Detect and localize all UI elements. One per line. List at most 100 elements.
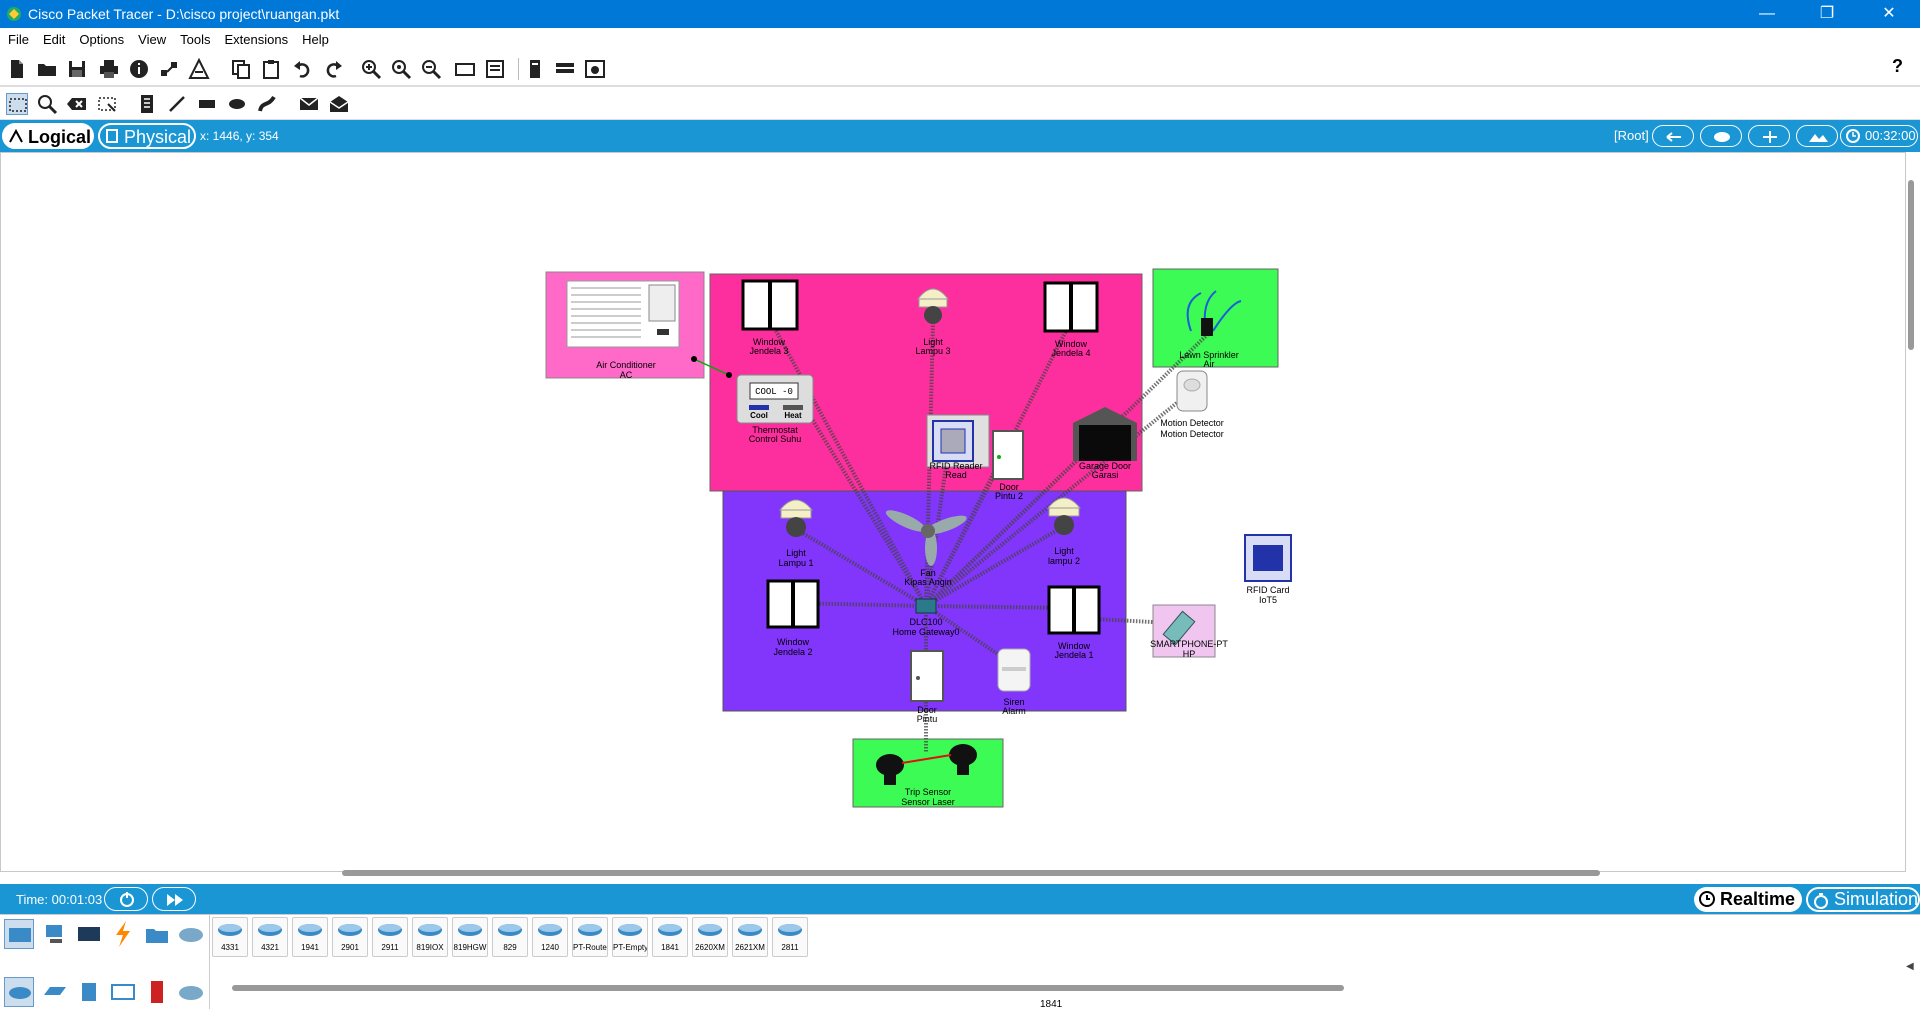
- zoom-in-icon[interactable]: [360, 58, 382, 80]
- network-devices-icon[interactable]: [4, 919, 34, 949]
- misc-icon[interactable]: [142, 919, 172, 949]
- device-model-item[interactable]: 819HGW: [452, 917, 488, 957]
- paste-icon[interactable]: [260, 58, 282, 80]
- wireless-icon[interactable]: [108, 977, 138, 1007]
- menu-tools[interactable]: Tools: [173, 28, 217, 47]
- device-model-item[interactable]: PT-Empty: [612, 917, 648, 957]
- simple-pdu-icon[interactable]: [298, 93, 320, 115]
- device-model-item[interactable]: 4321: [252, 917, 288, 957]
- device-rfid-card[interactable]: RFID Card IoT5: [1244, 534, 1292, 605]
- end-devices-icon[interactable]: [40, 919, 70, 949]
- rectangle-icon[interactable]: [196, 93, 218, 115]
- vertical-scrollbar[interactable]: [1908, 180, 1914, 350]
- undo-icon[interactable]: [292, 58, 314, 80]
- copy-icon[interactable]: [230, 58, 252, 80]
- main-toolbar: ?: [0, 52, 1920, 86]
- pdu-icon[interactable]: [584, 58, 606, 80]
- inspect-icon[interactable]: [36, 93, 58, 115]
- cluster-icon[interactable]: [554, 58, 576, 80]
- device-model-item[interactable]: 2911: [372, 917, 408, 957]
- back-arrow-icon: [1666, 132, 1681, 142]
- network-diagram[interactable]: Air Conditioner AC Window Jendela 3 Ligh…: [1, 153, 1906, 872]
- multiuser-icon[interactable]: [176, 919, 206, 949]
- move-object-button[interactable]: [1748, 125, 1790, 147]
- close-button[interactable]: ✕: [1866, 0, 1912, 28]
- routers-icon[interactable]: [4, 977, 34, 1007]
- device-model-item[interactable]: 829: [492, 917, 528, 957]
- power-cycle-button[interactable]: [104, 887, 148, 911]
- switches-icon[interactable]: [40, 977, 70, 1007]
- device-model-item[interactable]: 2811: [772, 917, 808, 957]
- device-window-jendela-1[interactable]: Window Jendela 1: [1047, 585, 1101, 660]
- note-icon[interactable]: [136, 93, 158, 115]
- back-button[interactable]: [1652, 125, 1694, 147]
- ellipse-icon[interactable]: [226, 93, 248, 115]
- zoom-out-icon[interactable]: [420, 58, 442, 80]
- open-icon[interactable]: [36, 58, 58, 80]
- palette-scroll-arrow[interactable]: ◀: [1906, 961, 1914, 972]
- restore-button[interactable]: ❐: [1804, 0, 1850, 28]
- network-wizard-icon[interactable]: [158, 58, 180, 80]
- tab-logical[interactable]: Logical: [2, 123, 94, 149]
- line-icon[interactable]: [166, 93, 188, 115]
- new-icon[interactable]: [6, 58, 28, 80]
- resize-icon[interactable]: [96, 93, 118, 115]
- device-siren[interactable]: Siren Alarm: [997, 648, 1031, 716]
- save-icon[interactable]: [66, 58, 88, 80]
- menu-view[interactable]: View: [131, 28, 173, 47]
- components-icon[interactable]: [74, 919, 104, 949]
- svg-text:Sensor Laser: Sensor Laser: [901, 797, 955, 807]
- menu-options[interactable]: Options: [72, 28, 131, 47]
- menu-extensions[interactable]: Extensions: [217, 28, 295, 47]
- complex-pdu-icon[interactable]: [328, 93, 350, 115]
- palette-scrollbar[interactable]: [232, 985, 1344, 991]
- device-model-item[interactable]: 2620XM: [692, 917, 728, 957]
- freeform-icon[interactable]: [256, 93, 278, 115]
- horizontal-scrollbar[interactable]: [342, 870, 1600, 876]
- svg-text:Jendela 3: Jendela 3: [749, 346, 788, 356]
- custom-device-icon[interactable]: [484, 58, 506, 80]
- device-door-pintu-2[interactable]: Door Pintu 2: [992, 430, 1024, 501]
- tab-physical[interactable]: Physical: [98, 123, 196, 149]
- device-motion-detector[interactable]: Motion Detector Motion Detector: [1160, 370, 1224, 439]
- menu-help[interactable]: Help: [295, 28, 336, 47]
- device-model-item[interactable]: 819IOX: [412, 917, 448, 957]
- zoom-reset-icon[interactable]: [390, 58, 412, 80]
- device-model-item[interactable]: 4331: [212, 917, 248, 957]
- move-arrows-icon: [1763, 131, 1777, 143]
- hubs-icon[interactable]: [74, 977, 104, 1007]
- info-icon[interactable]: [128, 58, 150, 80]
- realtime-mode-button[interactable]: Realtime: [1694, 887, 1802, 912]
- logical-workspace[interactable]: Air Conditioner AC Window Jendela 3 Ligh…: [0, 152, 1906, 872]
- viewport-icon[interactable]: [524, 58, 546, 80]
- new-cluster-button[interactable]: [1700, 125, 1742, 147]
- menu-edit[interactable]: Edit: [36, 28, 72, 47]
- device-model-item[interactable]: 1841: [652, 917, 688, 957]
- menu-file[interactable]: File: [0, 28, 36, 47]
- root-breadcrumb[interactable]: [Root]: [1614, 128, 1649, 143]
- svg-text:Alarm: Alarm: [1002, 706, 1026, 716]
- device-smartphone[interactable]: SMARTPHONE-PT HP: [1150, 604, 1228, 659]
- device-model-item[interactable]: 1941: [292, 917, 328, 957]
- device-rfid-reader[interactable]: RFID Reader Read: [926, 414, 990, 480]
- drawing-palette-icon[interactable]: [454, 58, 476, 80]
- viewport-clock[interactable]: 00:32:00: [1840, 125, 1918, 147]
- connections-icon[interactable]: [108, 919, 138, 949]
- device-model-item[interactable]: 2901: [332, 917, 368, 957]
- redo-icon[interactable]: [322, 58, 344, 80]
- minimize-button[interactable]: —: [1744, 0, 1790, 28]
- fast-forward-button[interactable]: [152, 887, 196, 911]
- wan-emulation-icon[interactable]: [176, 977, 206, 1007]
- simulation-mode-button[interactable]: Simulation: [1806, 887, 1920, 912]
- print-icon[interactable]: [98, 58, 120, 80]
- device-model-item[interactable]: PT-Router: [572, 917, 608, 957]
- device-door-pintu[interactable]: Door Pintu: [910, 650, 944, 724]
- security-icon[interactable]: [142, 977, 172, 1007]
- activity-wizard-icon[interactable]: [188, 57, 210, 80]
- delete-icon[interactable]: [66, 93, 88, 115]
- device-model-item[interactable]: 2621XM: [732, 917, 768, 957]
- set-background-button[interactable]: [1796, 125, 1838, 147]
- device-model-item[interactable]: 1240: [532, 917, 568, 957]
- select-icon[interactable]: [6, 93, 28, 115]
- help-button[interactable]: ?: [1892, 56, 1914, 78]
